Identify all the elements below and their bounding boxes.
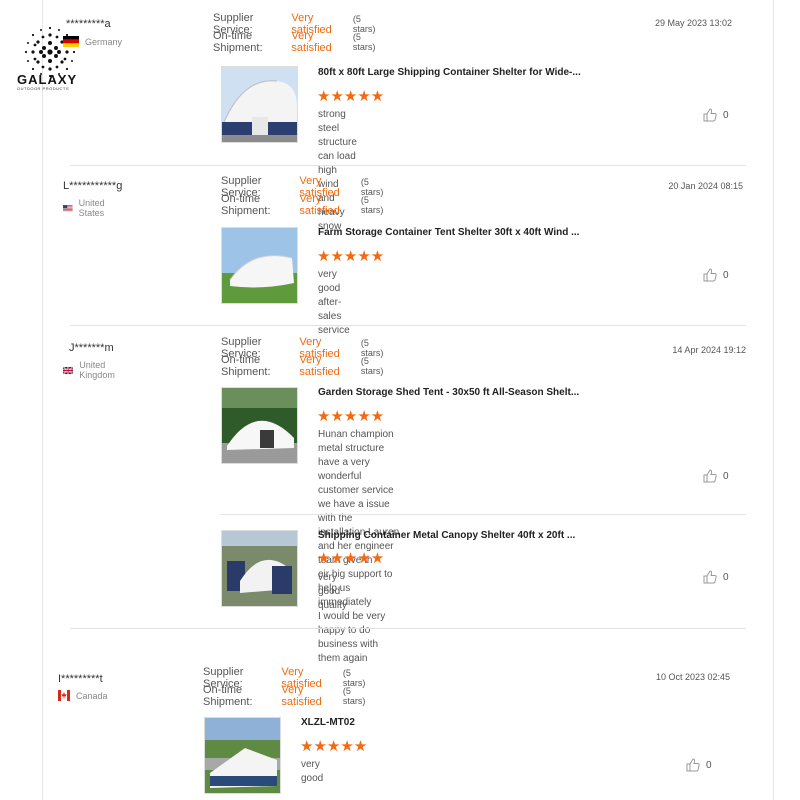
shipment-label: On-time Shipment:	[221, 354, 271, 378]
logo-name: GALAXY	[17, 72, 78, 87]
review-comment: very good quality	[318, 572, 347, 611]
thumbs-up-icon	[703, 570, 717, 584]
supplier-service-stars: (5 stars)	[360, 338, 384, 358]
country-label: United Kingdom	[79, 360, 115, 380]
reviewer-name: I*********t	[58, 673, 103, 685]
uk-flag-icon	[63, 365, 74, 375]
product-star-rating: ★★★★★	[300, 738, 368, 755]
country-label: Canada	[76, 690, 108, 701]
product-title[interactable]: Farm Storage Container Tent Shelter 30ft…	[318, 227, 579, 238]
product-star-rating: ★★★★★	[317, 408, 385, 425]
product-thumbnail[interactable]	[221, 530, 298, 607]
product-star-rating: ★★★★★	[317, 88, 385, 105]
ratings-block: Supplier Service: Very satisfied (5 stars)…	[221, 336, 388, 378]
like-count: 0	[706, 759, 712, 771]
like-button[interactable]: 0	[703, 469, 729, 483]
ratings-block: Supplier Service: Very satisfied (5 stars)…	[221, 175, 388, 217]
reviewer-name: *********a	[66, 18, 111, 30]
like-count: 0	[723, 109, 729, 121]
shipment-stars: (5 stars)	[360, 195, 384, 215]
shipment-stars: (5 stars)	[352, 32, 376, 52]
review-comment: very good after-sales service	[318, 269, 350, 336]
review-list: GALAXY OUTDOOR PRODUCTS *********a Germa…	[0, 0, 800, 800]
product-divider	[221, 514, 746, 515]
like-count: 0	[723, 470, 729, 482]
shipment-label: On-time Shipment:	[221, 193, 271, 217]
review-comment: Hunan champion metal structure have a ve…	[318, 429, 400, 664]
product-title[interactable]: Shipping Container Metal Canopy Shelter …	[318, 530, 575, 541]
product-thumbnail[interactable]	[221, 387, 298, 464]
shipment-stars: (5 stars)	[360, 356, 384, 376]
thumbs-up-icon	[703, 469, 717, 483]
like-button[interactable]: 0	[703, 108, 729, 122]
shipment-label: On-time Shipment:	[213, 30, 263, 54]
product-title[interactable]: 80ft x 80ft Large Shipping Container She…	[318, 67, 581, 78]
review-date: 20 Jan 2024 08:15	[668, 181, 743, 191]
reviewer-country: United Kingdom	[63, 360, 121, 380]
shipment-stars: (5 stars)	[342, 686, 366, 706]
product-thumbnail[interactable]	[204, 717, 281, 794]
shipment-value: Very satisfied	[299, 354, 340, 378]
like-count: 0	[723, 269, 729, 281]
product-thumbnail[interactable]	[221, 66, 298, 143]
country-label: United States	[78, 198, 105, 218]
country-label: Germany	[85, 36, 123, 47]
product-star-rating: ★★★★★	[317, 550, 385, 567]
ratings-block: Supplier Service: Very satisfied (5 stars)…	[213, 12, 380, 54]
usa-flag-icon	[63, 204, 73, 212]
supplier-service-stars: (5 stars)	[342, 668, 366, 688]
review-date: 14 Apr 2024 19:12	[672, 345, 746, 355]
thumbs-up-icon	[703, 268, 717, 282]
like-button[interactable]: 0	[686, 758, 712, 772]
shipment-value: Very satisfied	[299, 193, 340, 217]
thumbs-up-icon	[703, 108, 717, 122]
product-title[interactable]: XLZL-MT02	[301, 717, 355, 728]
review-divider	[70, 628, 746, 629]
product-title[interactable]: Garden Storage Shed Tent - 30x50 ft All-…	[318, 387, 579, 398]
reviewer-name: L***********g	[63, 180, 123, 192]
reviewer-name: J*******m	[69, 342, 114, 354]
review-comment: very good	[301, 759, 324, 784]
like-count: 0	[723, 571, 729, 583]
review-divider	[70, 325, 746, 326]
like-button[interactable]: 0	[703, 570, 729, 584]
reviewer-country: Germany	[63, 36, 122, 47]
reviewer-country: Canada	[58, 690, 108, 701]
review-date: 29 May 2023 13:02	[654, 18, 732, 28]
ratings-block: Supplier Service: Very satisfied (5 stars)…	[203, 666, 370, 708]
product-star-rating: ★★★★★	[317, 248, 385, 265]
left-border	[42, 0, 43, 800]
shipment-label: On-time Shipment:	[203, 684, 253, 708]
product-thumbnail[interactable]	[221, 227, 298, 304]
shipment-value: Very satisfied	[281, 684, 322, 708]
review-date: 10 Oct 2023 02:45	[655, 672, 730, 682]
review-divider	[70, 165, 746, 166]
supplier-service-stars: (5 stars)	[352, 14, 376, 34]
canada-flag-icon	[58, 690, 70, 701]
logo-tagline: OUTDOOR PRODUCTS	[17, 86, 69, 91]
reviewer-country: United States	[63, 198, 111, 218]
supplier-service-stars: (5 stars)	[360, 177, 384, 197]
shipment-value: Very satisfied	[291, 30, 332, 54]
right-border	[773, 0, 774, 800]
thumbs-up-icon	[686, 758, 700, 772]
like-button[interactable]: 0	[703, 268, 729, 282]
germany-flag-icon	[63, 36, 79, 47]
